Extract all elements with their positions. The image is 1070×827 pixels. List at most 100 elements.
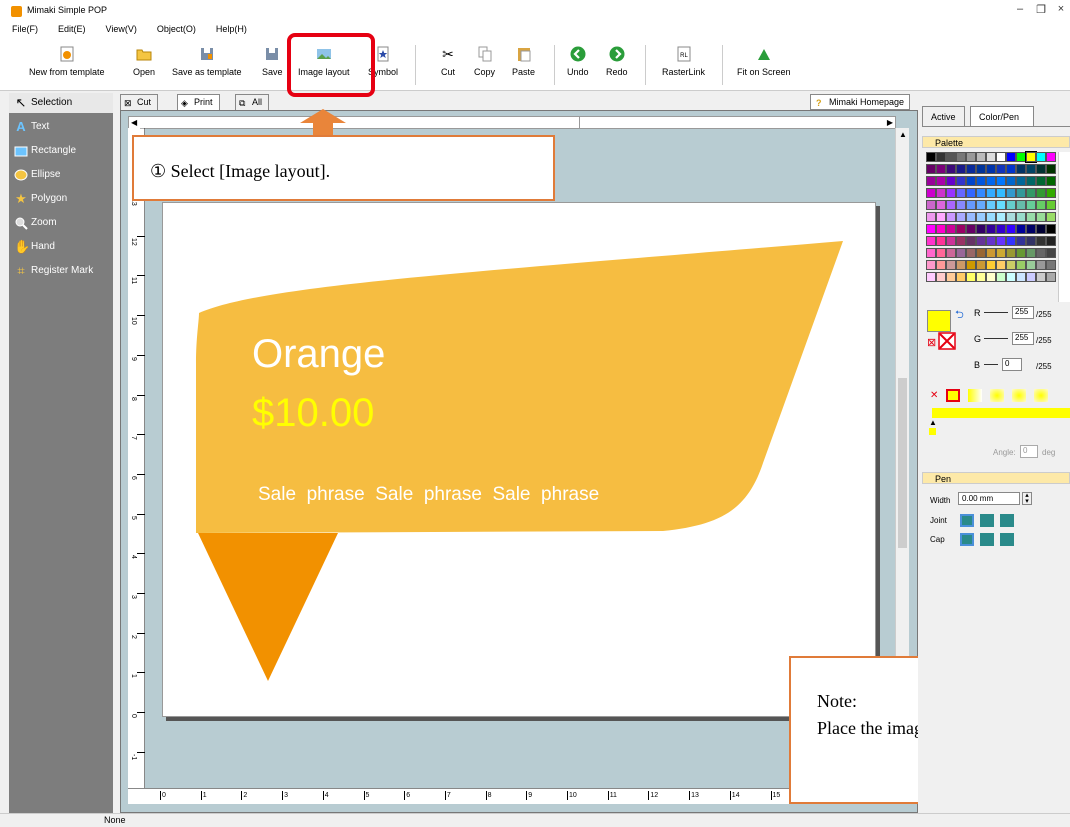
vertical-scroll-thumb[interactable] [898,378,907,548]
horizontal-scrollbar-top[interactable]: ◀ ▶ [128,116,896,129]
palette-swatch[interactable] [946,164,956,174]
palette-swatch[interactable] [1026,176,1036,186]
pen-width-stepper[interactable]: ▴ ▾ [1022,492,1032,505]
palette-swatch[interactable] [1006,176,1016,186]
palette-swatch[interactable] [1006,164,1016,174]
palette-swatch[interactable] [996,164,1006,174]
fit-on-screen-button[interactable]: Fit on Screen [737,46,791,77]
palette-swatch[interactable] [976,272,986,282]
palette-swatch[interactable] [996,260,1006,270]
color-palette-grid[interactable] [926,151,1058,288]
palette-swatch[interactable] [1006,212,1016,222]
palette-swatch[interactable] [1046,164,1056,174]
palette-swatch[interactable] [976,176,986,186]
palette-swatch[interactable] [956,272,966,282]
palette-swatch[interactable] [1046,248,1056,258]
palette-swatch[interactable] [1026,224,1036,234]
save-as-template-button[interactable]: Save as template [172,46,242,77]
tab-print[interactable]: ◈ Print [177,94,220,110]
palette-swatch[interactable] [936,188,946,198]
palette-swatch[interactable] [976,188,986,198]
palette-swatch[interactable] [1026,260,1036,270]
palette-swatch[interactable] [1046,236,1056,246]
palette-swatch[interactable] [976,164,986,174]
save-button[interactable]: Save [262,46,283,77]
palette-swatch[interactable] [936,260,946,270]
palette-swatch[interactable] [1036,164,1046,174]
palette-swatch[interactable] [1036,200,1046,210]
cut-button[interactable]: ✂ Cut [440,46,456,77]
tab-active[interactable]: Active [922,106,965,126]
palette-swatch[interactable] [996,188,1006,198]
menu-help[interactable]: Help(H) [216,22,247,37]
cap-square-button[interactable] [1000,533,1014,546]
palette-swatch[interactable] [1006,272,1016,282]
palette-swatch[interactable] [936,152,946,162]
menu-edit[interactable]: Edit(E) [58,22,86,37]
palette-swatch[interactable] [996,212,1006,222]
palette-swatch[interactable] [976,236,986,246]
b-slider[interactable] [984,364,998,365]
palette-swatch[interactable] [1026,248,1036,258]
tool-rectangle[interactable]: Rectangle [9,141,113,161]
palette-swatch[interactable] [946,212,956,222]
palette-swatch[interactable] [986,152,996,162]
fill-color-swatch[interactable] [927,310,951,332]
palette-swatch[interactable] [926,272,936,282]
restore-button[interactable]: ❐ [1032,3,1050,19]
palette-swatch[interactable] [946,188,956,198]
palette-swatch[interactable] [1025,151,1037,163]
swap-colors-icon[interactable]: ⮌ [955,306,964,325]
palette-swatch[interactable] [956,188,966,198]
palette-swatch[interactable] [926,260,936,270]
palette-swatch[interactable] [946,152,956,162]
palette-swatch[interactable] [996,272,1006,282]
g-input[interactable]: 255 [1012,332,1034,345]
palette-swatch[interactable] [1016,152,1026,162]
palette-swatch[interactable] [926,152,936,162]
rasterlink-button[interactable]: RL RasterLink [662,46,705,77]
palette-swatch[interactable] [1016,272,1026,282]
palette-swatch[interactable] [1036,224,1046,234]
minimize-button[interactable]: – [1011,3,1029,19]
palette-swatch[interactable] [966,176,976,186]
palette-swatch[interactable] [976,200,986,210]
gradient-stop-color[interactable] [929,428,936,435]
no-stroke-icon[interactable] [938,332,956,350]
palette-swatch[interactable] [1016,212,1026,222]
palette-swatch[interactable] [926,248,936,258]
tab-all[interactable]: ⧉ All [235,94,270,110]
palette-swatch[interactable] [1036,260,1046,270]
gradient-option-3[interactable] [1012,389,1026,402]
palette-swatch[interactable] [936,164,946,174]
palette-swatch[interactable] [936,224,946,234]
palette-swatch[interactable] [1016,188,1026,198]
joint-bevel-button[interactable] [1000,514,1014,527]
palette-swatch[interactable] [926,200,936,210]
palette-swatch[interactable] [976,212,986,222]
palette-swatch[interactable] [1016,224,1026,234]
palette-swatch[interactable] [986,272,996,282]
palette-swatch[interactable] [1026,164,1036,174]
palette-swatch[interactable] [956,248,966,258]
palette-swatch[interactable] [996,152,1006,162]
palette-swatch[interactable] [1036,176,1046,186]
palette-swatch[interactable] [1016,164,1026,174]
palette-swatch[interactable] [936,176,946,186]
palette-swatch[interactable] [946,272,956,282]
mimaki-homepage-link[interactable]: ? Mimaki Homepage [810,94,911,110]
gradient-option-2[interactable] [990,389,1004,402]
palette-swatch[interactable] [976,224,986,234]
palette-swatch[interactable] [996,224,1006,234]
scroll-right-arrow[interactable]: ▶ [887,118,893,127]
menu-file[interactable]: File(F) [12,22,38,37]
palette-swatch[interactable] [1016,248,1026,258]
palette-swatch[interactable] [1046,260,1056,270]
palette-swatch[interactable] [996,248,1006,258]
close-button[interactable]: × [1052,3,1070,19]
palette-swatch[interactable] [926,176,936,186]
palette-swatch[interactable] [986,248,996,258]
menu-object[interactable]: Object(O) [157,22,196,37]
palette-swatch[interactable] [1006,152,1016,162]
tool-text[interactable]: A Text [9,117,113,137]
